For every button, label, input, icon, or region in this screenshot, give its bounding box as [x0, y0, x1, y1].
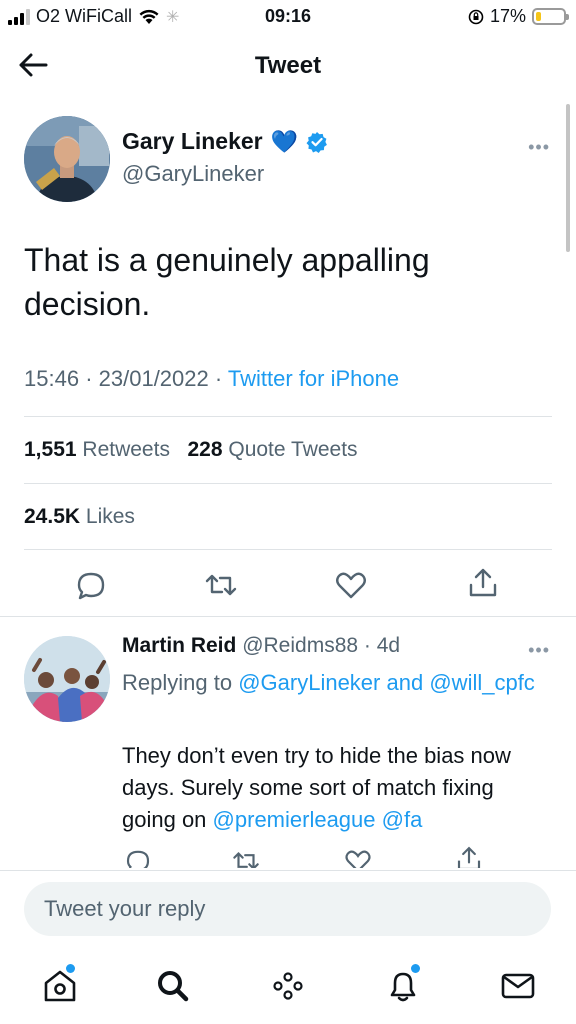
- reply-input[interactable]: Tweet your reply: [24, 882, 551, 936]
- orientation-lock-icon: [468, 9, 484, 24]
- mention-link[interactable]: @GaryLineker: [238, 670, 380, 695]
- notifications-dot: [411, 964, 420, 973]
- home-notification-dot: [66, 964, 75, 973]
- retweets-label[interactable]: Retweets: [82, 438, 170, 461]
- name-emoji: 💙: [270, 128, 299, 154]
- reply-icon[interactable]: [123, 846, 153, 868]
- battery-percent: 17%: [489, 6, 526, 26]
- author-handle: @GaryLineker: [122, 161, 265, 186]
- reply-author-name[interactable]: Martin Reid: [122, 634, 236, 657]
- retweet-icon[interactable]: [203, 567, 239, 603]
- spaces-icon[interactable]: [268, 966, 308, 1006]
- composer-divider: [0, 870, 576, 871]
- share-icon[interactable]: [465, 565, 501, 601]
- replying-and[interactable]: and: [387, 670, 424, 695]
- quote-tweets-count[interactable]: 228: [187, 438, 222, 461]
- scrollbar[interactable]: [566, 104, 570, 252]
- reply-more-options-icon[interactable]: •••: [528, 640, 550, 661]
- tweet-text: That is a genuinely appalling decision.: [24, 242, 430, 322]
- replying-to: Replying to @GaryLineker and @will_cpfc: [122, 666, 542, 700]
- like-stats: 24.5K Likes: [24, 505, 135, 529]
- battery-icon: [532, 8, 569, 25]
- status-bar: O2 WiFiCall ✳ 09:16 17%: [0, 0, 576, 34]
- like-icon[interactable]: [343, 846, 373, 868]
- like-icon[interactable]: [333, 567, 369, 603]
- mention-link[interactable]: @premierleague: [213, 807, 376, 832]
- retweets-count[interactable]: 1,551: [24, 438, 77, 461]
- tweet-date: 23/01/2022: [98, 366, 209, 391]
- reply-actions: [0, 840, 576, 868]
- tweet-time: 15:46: [24, 366, 80, 391]
- retweet-stats: 1,551 Retweets 228 Quote Tweets: [24, 438, 358, 462]
- home-icon[interactable]: [40, 966, 80, 1006]
- tab-bar: [0, 956, 576, 1024]
- divider: [24, 549, 552, 550]
- top-nav: Tweet: [0, 34, 576, 96]
- tweet-author[interactable]: Gary Lineker 💙 @GaryLineker: [122, 128, 328, 187]
- likes-label[interactable]: Likes: [86, 505, 135, 528]
- reply-age: 4d: [376, 634, 401, 657]
- battery-group: 17%: [468, 6, 569, 27]
- quote-tweets-label[interactable]: Quote Tweets: [228, 438, 357, 461]
- messages-icon[interactable]: [498, 966, 538, 1006]
- tweet-meta: 15:46 · 23/01/2022 · Twitter for iPhone: [24, 366, 400, 391]
- reply-author-avatar[interactable]: [24, 636, 110, 722]
- reply-author-handle[interactable]: @Reidms88: [242, 634, 358, 657]
- mention-link[interactable]: @fa: [382, 807, 423, 832]
- share-icon[interactable]: [454, 844, 484, 868]
- retweet-icon[interactable]: [231, 846, 261, 868]
- replying-prefix: Replying to: [122, 670, 233, 695]
- likes-count[interactable]: 24.5K: [24, 505, 80, 528]
- mention-link[interactable]: @will_cpfc: [429, 670, 534, 695]
- more-options-icon[interactable]: •••: [528, 137, 550, 158]
- section-divider: [0, 616, 576, 617]
- author-name[interactable]: Gary Lineker: [122, 128, 263, 155]
- verified-badge-icon: [306, 131, 327, 153]
- search-icon[interactable]: [153, 966, 193, 1006]
- author-avatar[interactable]: [24, 116, 110, 202]
- divider: [24, 416, 552, 417]
- page-title: Tweet: [254, 52, 322, 79]
- divider: [24, 483, 552, 484]
- reply-icon[interactable]: [73, 567, 109, 603]
- tweet-source-link[interactable]: Twitter for iPhone: [228, 366, 399, 391]
- reply-header: Martin Reid @Reidms88 · 4d: [122, 634, 401, 657]
- reply-text: They don’t even try to hide the bias now…: [122, 740, 552, 836]
